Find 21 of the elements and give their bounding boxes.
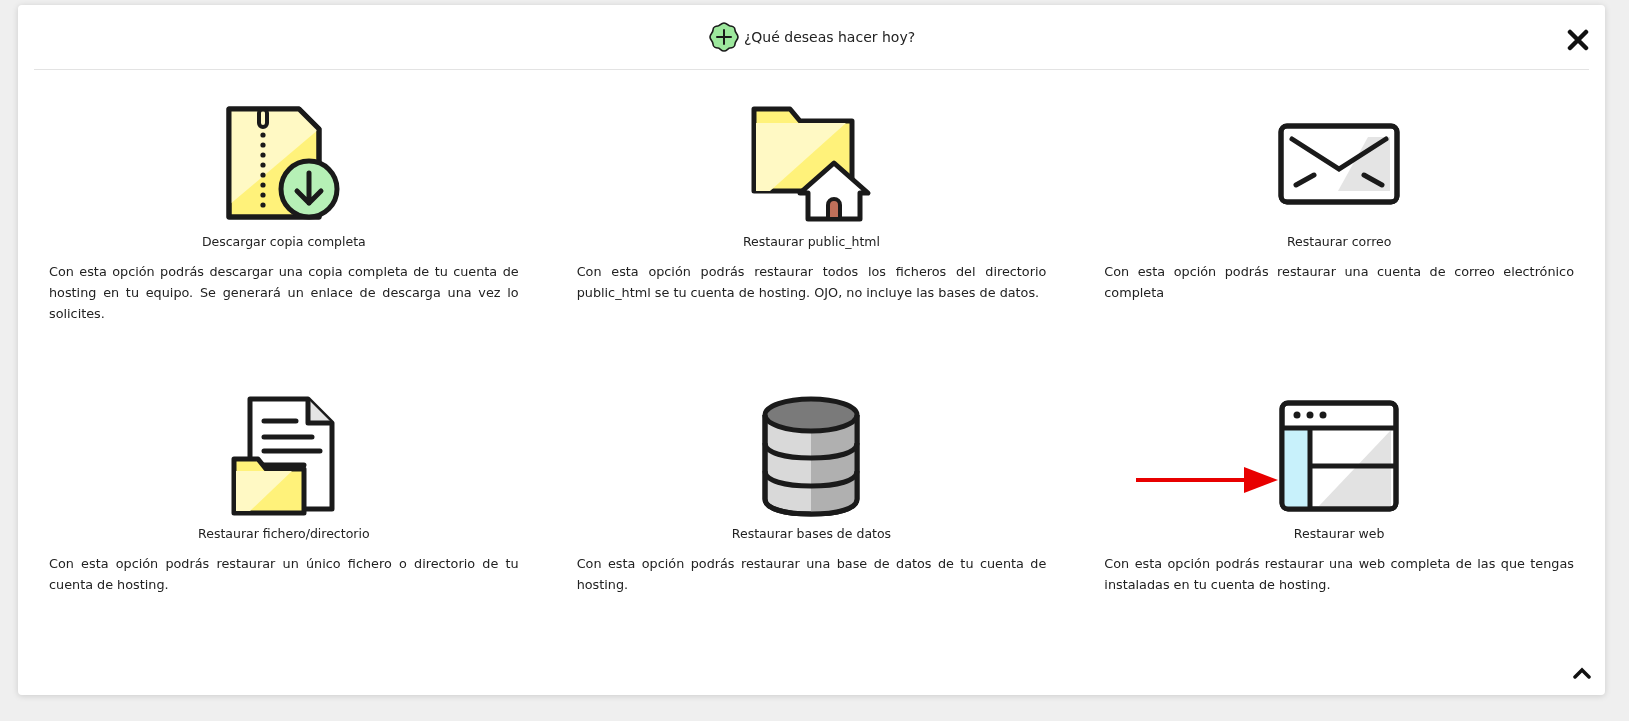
option-description: Con esta opción podrás restaurar una web completa de las que tengas instaladas en tu cuenta de hosting. — [1104, 555, 1574, 594]
option-title[interactable]: Restaurar public_html — [742, 234, 880, 249]
option-description: Con esta opción podrás restaurar una base de datos de tu cuenta de hosting. — [576, 555, 1047, 594]
dialog-title: ¿Qué deseas hacer hoy? — [743, 29, 916, 45]
option-title[interactable]: Descargar copia completa — [201, 234, 366, 249]
document-folder-icon — [229, 395, 338, 517]
plus-badge-icon — [707, 21, 740, 53]
folder-house-icon — [750, 105, 873, 223]
browser-window-icon — [1279, 400, 1400, 512]
option-title[interactable]: Restaurar correo — [1286, 234, 1392, 249]
option-title[interactable]: Restaurar bases de datos — [731, 526, 892, 541]
scroll-up-button[interactable] — [1573, 667, 1591, 679]
option-description: Con esta opción podrás restaurar un único fichero o directorio de tu cuenta de hosting. — [49, 555, 519, 594]
database-icon — [761, 395, 862, 517]
option-description: Con esta opción podrás restaurar una cuenta de correo electrónico completa — [1104, 263, 1574, 302]
option-title[interactable]: Restaurar web — [1293, 526, 1385, 541]
option-description: Con esta opción podrás descargar una copia completa de tu cuenta de hosting en tu equipo. Se generará un enlace de descarga una vez lo solicites. — [49, 263, 519, 323]
option-title[interactable]: Restaurar fichero/directorio — [198, 526, 370, 541]
close-button[interactable] — [1567, 29, 1589, 51]
option-description: Con esta opción podrás restaurar todos los ficheros del directorio public_html se tu cuenta de hosting. OJO, no incluye las bases de datos. — [576, 263, 1047, 302]
envelope-icon — [1278, 123, 1401, 205]
